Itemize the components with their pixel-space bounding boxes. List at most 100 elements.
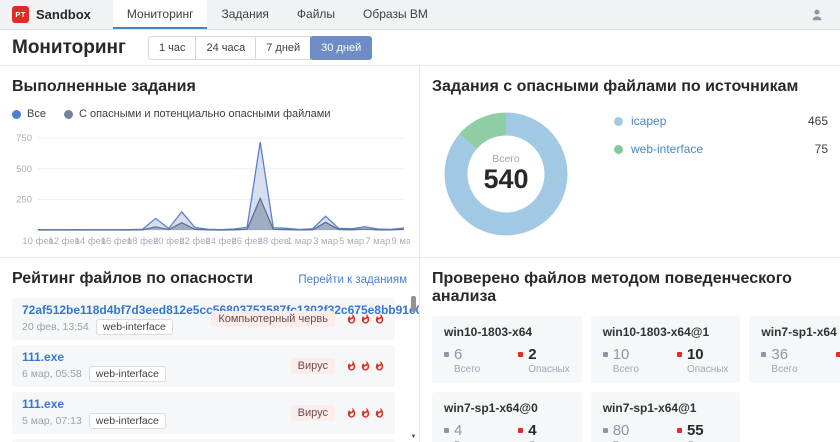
chart-legend-item[interactable]: С опасными и потенциально опасными файла… [64, 108, 331, 120]
file-row[interactable]: 111.exe 5 мар, 07:13 web-interface Вирус [12, 392, 395, 434]
flame-icon [346, 407, 357, 419]
vm-name: win10-1803-x64 [444, 325, 570, 339]
flame-icon [360, 407, 371, 419]
file-row[interactable]: 72af512be118d4bf7d3eed812e5cc56803753587… [12, 298, 395, 340]
vm-danger-value: 4 [528, 422, 536, 439]
file-date: 20 фев, 13:54 [22, 321, 89, 333]
legend-dot-icon [64, 110, 73, 119]
vm-total-label: Всего [613, 364, 639, 375]
chart-legend-label: Все [27, 108, 46, 120]
vm-total-value: 6 [454, 346, 462, 363]
chart-legend-item[interactable]: Все [12, 108, 46, 120]
vm-danger-stat: 2 Опасных [518, 346, 569, 375]
chart-legend-label: С опасными и потенциально опасными файла… [79, 108, 331, 120]
vm-name: win7-sp1-x64 [761, 325, 840, 339]
flame-icon [346, 313, 357, 325]
vm-danger-label: Опасных [528, 364, 569, 375]
file-source-chip: web-interface [96, 319, 173, 335]
nav-tab[interactable]: Образы ВМ [349, 0, 442, 29]
sources-donut-chart: Всего 540 [436, 104, 576, 244]
panel-completed-tasks: Выполненные задания Все С опасными и пот… [0, 66, 420, 258]
svg-text:5 мар: 5 мар [339, 236, 364, 246]
file-list: 72af512be118d4bf7d3eed812e5cc56803753587… [12, 298, 407, 442]
danger-square-icon [518, 428, 523, 433]
source-dot-icon [614, 117, 623, 126]
total-square-icon [444, 428, 449, 433]
vm-total-value: 4 [454, 422, 462, 439]
time-range-group: 1 час24 часа7 дней30 дней [148, 36, 372, 60]
user-icon[interactable] [810, 8, 824, 22]
flame-icon [374, 360, 385, 372]
svg-text:3 мар: 3 мар [313, 236, 338, 246]
flame-icon [374, 407, 385, 419]
vm-card: win10-1803-x64 6 Всего 2 Опасных [432, 316, 582, 383]
flame-icon [374, 313, 385, 325]
panel-sources: Задания с опасными файлами по источникам… [420, 66, 840, 258]
vm-total-stat: 36 Всего [761, 346, 797, 375]
completed-tasks-title: Выполненные задания [12, 78, 407, 96]
danger-square-icon [836, 352, 840, 357]
verdict-badge: Вирус [291, 358, 335, 374]
list-scrollbar[interactable]: ▼ [410, 296, 417, 442]
time-range-button[interactable]: 30 дней [310, 36, 372, 60]
page-title: Мониторинг [12, 37, 126, 59]
file-source-chip: web-interface [89, 413, 166, 429]
vm-danger-stat: 10 Опасных [677, 346, 728, 375]
source-name-link[interactable]: web-interface [631, 142, 703, 156]
ranking-title: Рейтинг файлов по опасности [12, 270, 253, 288]
donut-svg [436, 104, 576, 244]
go-to-tasks-link[interactable]: Перейти к заданиям [298, 274, 407, 286]
nav-tab[interactable]: Файлы [283, 0, 349, 29]
nav-tab-label: Задания [221, 7, 268, 21]
pt-logo-icon: PT [12, 6, 29, 23]
vm-name: win7-sp1-x64@0 [444, 401, 570, 415]
titlebar: Мониторинг 1 час24 часа7 дней30 дней [0, 30, 840, 66]
source-name-link[interactable]: icapep [631, 114, 666, 128]
total-square-icon [444, 352, 449, 357]
nav-tab-label: Файлы [297, 7, 335, 21]
source-legend-row: icapep 465 [614, 114, 828, 128]
brand: PT Sandbox [0, 0, 103, 29]
file-name-link[interactable]: 111.exe [22, 397, 166, 411]
danger-square-icon [677, 352, 682, 357]
svg-text:9 мар: 9 мар [391, 236, 410, 246]
vm-card: win10-1803-x64@1 10 Всего 10 Опасных [591, 316, 741, 383]
panel-behavioral: Проверено файлов методом поведенческого … [420, 258, 840, 442]
nav-tab-label: Образы ВМ [363, 7, 428, 21]
vm-danger-stat: 21 Опасных [836, 346, 840, 375]
flame-icon [360, 360, 371, 372]
vm-cards: win10-1803-x64 6 Всего 2 Опасных win10-1… [432, 316, 828, 442]
scrollbar-down-arrow[interactable]: ▼ [410, 434, 417, 440]
svg-text:750: 750 [16, 133, 32, 144]
legend-dot-icon [12, 110, 21, 119]
vm-name: win10-1803-x64@1 [603, 325, 729, 339]
app-root: PT Sandbox Мониторинг Задания Файлы Образы … [0, 0, 840, 442]
file-name-link[interactable]: 72af512be118d4bf7d3eed812e5cc56803753587… [22, 303, 203, 317]
time-range-button[interactable]: 7 дней [255, 36, 311, 60]
vm-total-label: Всего [771, 364, 797, 375]
source-legend-row: web-interface 75 [614, 142, 828, 156]
total-square-icon [761, 352, 766, 357]
vm-total-value: 36 [771, 346, 788, 363]
total-square-icon [603, 352, 608, 357]
time-range-button[interactable]: 24 часа [195, 36, 256, 60]
svg-text:7 мар: 7 мар [365, 236, 390, 246]
vm-danger-label: Опасных [687, 364, 728, 375]
scrollbar-thumb[interactable] [411, 296, 416, 312]
svg-text:500: 500 [16, 164, 32, 175]
vm-total-stat: 6 Всего [444, 346, 480, 375]
vm-card: win7-sp1-x64@1 80 Всего 55 Опасных [591, 392, 741, 442]
behavioral-title: Проверено файлов методом поведенческого … [432, 270, 828, 306]
nav-tab[interactable]: Задания [207, 0, 282, 29]
vm-total-stat: 10 Всего [603, 346, 639, 375]
source-dot-icon [614, 145, 623, 154]
file-date: 6 мар, 05:58 [22, 368, 82, 380]
vm-total-stat: 4 Всего [444, 422, 480, 442]
vm-name: win7-sp1-x64@1 [603, 401, 729, 415]
time-range-button[interactable]: 1 час [148, 36, 197, 60]
panel-file-ranking: Рейтинг файлов по опасности Перейти к за… [0, 258, 420, 442]
verdict-badge: Компьютерный червь [211, 311, 335, 327]
file-name-link[interactable]: 111.exe [22, 350, 166, 364]
file-row[interactable]: 111.exe 6 мар, 05:58 web-interface Вирус [12, 345, 395, 387]
nav-tab[interactable]: Мониторинг [113, 0, 208, 29]
